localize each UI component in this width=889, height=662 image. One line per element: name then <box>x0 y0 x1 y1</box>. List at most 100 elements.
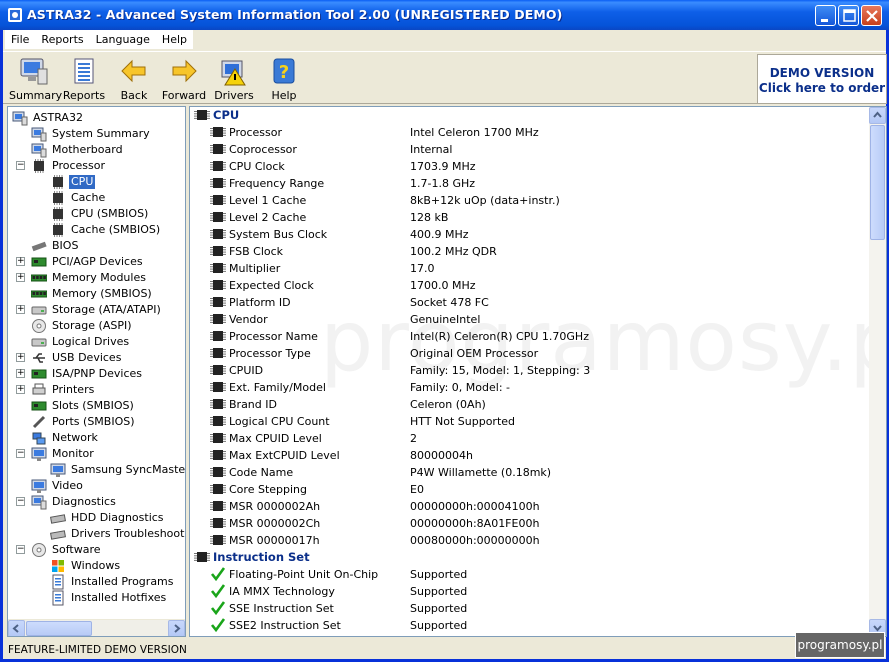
detail-row[interactable]: FSB Clock 100.2 MHz QDR <box>210 243 860 260</box>
collapse-icon[interactable]: − <box>16 545 25 554</box>
tree-item-storage-ata-atapi[interactable]: + Storage (ATA/ATAPI) <box>8 302 185 318</box>
tree-item-network[interactable]: Network <box>8 430 185 446</box>
tree-item-bios[interactable]: BIOS <box>8 238 185 254</box>
detail-row[interactable]: Max ExtCPUID Level 80000004h <box>210 447 860 464</box>
detail-row[interactable]: MSR 00000017h 00080000h:00000000h <box>210 532 860 549</box>
scroll-left-button[interactable] <box>8 620 25 636</box>
tree-item-samsung-syncmaster-93[interactable]: Samsung SyncMaster 93 <box>8 462 185 478</box>
expand-icon[interactable]: + <box>16 273 25 282</box>
detail-row[interactable]: CPUID Family: 15, Model: 1, Stepping: 3 <box>210 362 860 379</box>
detail-row[interactable]: SSE Instruction Set Supported <box>210 600 860 617</box>
menu-language[interactable]: Language <box>90 30 156 49</box>
tree-item-installed-hotfixes[interactable]: Installed Hotfixes <box>8 590 185 606</box>
details-pane[interactable]: programosy.pl CPU Processor Intel Celeron … <box>189 106 887 637</box>
reports-button[interactable]: Reports <box>59 55 109 103</box>
tree-item-astra32[interactable]: ASTRA32 <box>8 110 185 126</box>
minimize-button[interactable] <box>815 5 836 26</box>
detail-row[interactable]: Multiplier 17.0 <box>210 260 860 277</box>
tree-scroll-thumb[interactable] <box>26 621 92 636</box>
tree-item-monitor[interactable]: − Monitor <box>8 446 185 462</box>
navigation-tree[interactable]: ASTRA32 System Summary Motherboard − Process… <box>7 106 186 637</box>
tree-item-drivers-troubleshooter[interactable]: Drivers Troubleshooter <box>8 526 185 542</box>
tree-item-usb-devices[interactable]: + USB Devices <box>8 350 185 366</box>
tree-item-hdd-diagnostics[interactable]: HDD Diagnostics <box>8 510 185 526</box>
tree-item-label: Video <box>52 479 83 492</box>
detail-row[interactable]: Expected Clock 1700.0 MHz <box>210 277 860 294</box>
tree-item-system-summary[interactable]: System Summary <box>8 126 185 142</box>
expand-icon[interactable]: + <box>16 353 25 362</box>
collapse-icon[interactable]: − <box>16 161 25 170</box>
order-link[interactable]: Click here to order <box>758 81 886 95</box>
tree-item-cpu-smbios[interactable]: CPU (SMBIOS) <box>8 206 185 222</box>
expand-icon[interactable]: + <box>16 385 25 394</box>
detail-row[interactable]: System Bus Clock 400.9 MHz <box>210 226 860 243</box>
menu-reports[interactable]: Reports <box>35 30 89 49</box>
tree-item-software[interactable]: − Software <box>8 542 185 558</box>
detail-row[interactable]: Floating-Point Unit On-Chip Supported <box>210 566 860 583</box>
menu-help[interactable]: Help <box>156 30 193 49</box>
detail-row[interactable]: Processor Intel Celeron 1700 MHz <box>210 124 860 141</box>
check-icon <box>210 584 226 598</box>
detail-row[interactable]: SSE2 Instruction Set Supported <box>210 617 860 634</box>
tree-item-motherboard[interactable]: Motherboard <box>8 142 185 158</box>
details-vertical-scrollbar[interactable] <box>869 107 886 636</box>
tree-item-slots-smbios[interactable]: Slots (SMBIOS) <box>8 398 185 414</box>
expand-icon[interactable]: + <box>16 257 25 266</box>
demo-order-box[interactable]: DEMO VERSION Click here to order <box>757 54 887 104</box>
detail-row[interactable]: Platform ID Socket 478 FC <box>210 294 860 311</box>
tree-item-cache-smbios[interactable]: Cache (SMBIOS) <box>8 222 185 238</box>
detail-row[interactable]: Coprocessor Internal <box>210 141 860 158</box>
detail-row[interactable]: Code Name P4W Willamette (0.18mk) <box>210 464 860 481</box>
forward-button[interactable]: Forward <box>159 55 209 103</box>
tree-item-ports-smbios[interactable]: Ports (SMBIOS) <box>8 414 185 430</box>
expand-icon[interactable]: + <box>16 305 25 314</box>
detail-row[interactable]: CPU Clock 1703.9 MHz <box>210 158 860 175</box>
back-button[interactable]: Back <box>109 55 159 103</box>
detail-row[interactable]: Logical CPU Count HTT Not Supported <box>210 413 860 430</box>
expand-icon[interactable]: + <box>16 369 25 378</box>
tree-item-pci-agp-devices[interactable]: + PCI/AGP Devices <box>8 254 185 270</box>
detail-row[interactable]: Frequency Range 1.7-1.8 GHz <box>210 175 860 192</box>
tree-item-installed-programs[interactable]: Installed Programs <box>8 574 185 590</box>
tree-item-storage-aspi[interactable]: Storage (ASPI) <box>8 318 185 334</box>
tree-item-windows[interactable]: Windows <box>8 558 185 574</box>
tree-item-memory-smbios[interactable]: Memory (SMBIOS) <box>8 286 185 302</box>
detail-row[interactable]: MSR 0000002Ah 00000000h:00004100h <box>210 498 860 515</box>
tree-item-isa-pnp-devices[interactable]: + ISA/PNP Devices <box>8 366 185 382</box>
check-icon <box>210 601 226 615</box>
detail-row[interactable]: MSR 0000002Ch 00000000h:8A01FE00h <box>210 515 860 532</box>
detail-row[interactable]: IA MMX Technology Supported <box>210 583 860 600</box>
tree-item-cpu[interactable]: CPU <box>8 174 185 190</box>
property-value: P4W Willamette (0.18mk) <box>410 466 552 479</box>
scroll-up-button[interactable] <box>869 107 886 124</box>
tree-item-video[interactable]: Video <box>8 478 185 494</box>
drivers-button[interactable]: Drivers <box>209 55 259 103</box>
collapse-icon[interactable]: − <box>16 449 25 458</box>
collapse-icon[interactable]: − <box>16 497 25 506</box>
detail-row[interactable]: Brand ID Celeron (0Ah) <box>210 396 860 413</box>
tree-item-logical-drives[interactable]: Logical Drives <box>8 334 185 350</box>
scroll-right-button[interactable] <box>168 620 185 636</box>
tree-item-processor[interactable]: − Processor <box>8 158 185 174</box>
detail-row[interactable]: Processor Type Original OEM Processor <box>210 345 860 362</box>
detail-row[interactable]: Ext. Family/Model Family: 0, Model: - <box>210 379 860 396</box>
close-button[interactable] <box>861 5 882 26</box>
details-scroll-thumb[interactable] <box>870 125 885 240</box>
tree-item-printers[interactable]: + Printers <box>8 382 185 398</box>
menu-file[interactable]: File <box>5 30 35 49</box>
maximize-button[interactable] <box>838 5 859 26</box>
detail-row[interactable]: Core Stepping E0 <box>210 481 860 498</box>
help-button[interactable]: ? Help <box>259 55 309 103</box>
detail-row[interactable]: Max CPUID Level 2 <box>210 430 860 447</box>
title-bar[interactable]: ASTRA32 - Advanced System Information To… <box>0 0 889 30</box>
detail-row[interactable]: Level 1 Cache 8kB+12k uOp (data+instr.) <box>210 192 860 209</box>
tree-item-cache[interactable]: Cache <box>8 190 185 206</box>
detail-row[interactable]: Processor Name Intel(R) Celeron(R) CPU 1.… <box>210 328 860 345</box>
property-name: Level 1 Cache <box>229 194 307 207</box>
detail-row[interactable]: Level 2 Cache 128 kB <box>210 209 860 226</box>
summary-button[interactable]: Summary <box>9 55 62 103</box>
tree-item-memory-modules[interactable]: + Memory Modules <box>8 270 185 286</box>
detail-row[interactable]: Vendor GenuineIntel <box>210 311 860 328</box>
tree-horizontal-scrollbar[interactable] <box>8 619 185 636</box>
tree-item-diagnostics[interactable]: − Diagnostics <box>8 494 185 510</box>
